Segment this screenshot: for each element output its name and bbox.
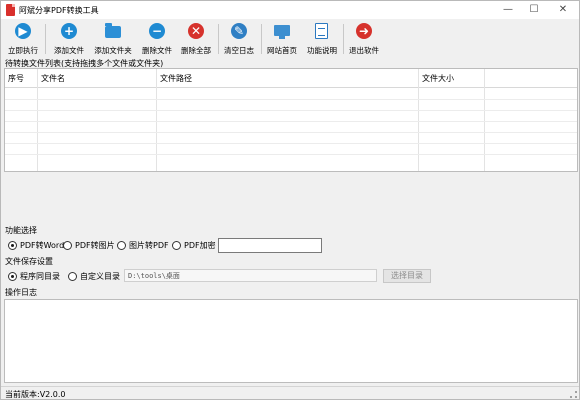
column-header-filesize[interactable]: 文件大小 xyxy=(422,73,454,84)
document-icon xyxy=(315,23,328,39)
table-row-line xyxy=(5,99,577,100)
radio-label: PDF加密 xyxy=(184,241,216,250)
table-row-line xyxy=(5,132,577,133)
pdf-app-icon xyxy=(6,4,15,16)
radio-dot xyxy=(117,241,126,250)
delete-file-button[interactable]: − 删除文件 xyxy=(138,23,176,57)
exit-button[interactable]: ➜ 退出软件 xyxy=(345,23,383,57)
status-bar: 当前版本:V2.0.0 xyxy=(1,386,579,400)
help-button[interactable]: 功能说明 xyxy=(303,23,341,57)
radio-custom-directory[interactable]: 自定义目录 xyxy=(68,271,120,282)
maximize-button[interactable]: ☐ xyxy=(521,1,547,19)
delete-all-button[interactable]: ✕ 删除全部 xyxy=(177,23,215,57)
table-header: 序号 文件名 文件路径 文件大小 xyxy=(5,69,577,88)
clear-log-button[interactable]: ✎ 清空日志 xyxy=(220,23,258,57)
radio-dot xyxy=(68,272,77,281)
table-row-line xyxy=(5,143,577,144)
exit-label: 退出软件 xyxy=(349,46,379,55)
clear-log-label: 清空日志 xyxy=(224,46,254,55)
run-button[interactable]: ▶ 立即执行 xyxy=(4,23,42,57)
radio-label: PDF转Word xyxy=(20,241,65,250)
add-file-button[interactable]: + 添加文件 xyxy=(50,23,88,57)
toolbar-separator xyxy=(218,24,219,54)
column-divider xyxy=(37,69,38,171)
column-divider xyxy=(418,69,419,171)
file-list-table[interactable]: 序号 文件名 文件路径 文件大小 xyxy=(4,68,578,172)
radio-label: 自定义目录 xyxy=(80,272,120,281)
radio-dot xyxy=(8,241,17,250)
radio-pdf-to-image[interactable]: PDF转图片 xyxy=(63,240,115,251)
website-button[interactable]: 网站首页 xyxy=(263,23,301,57)
radio-dot xyxy=(63,241,72,250)
radio-label: PDF转图片 xyxy=(75,241,115,250)
run-label: 立即执行 xyxy=(8,46,38,55)
folder-icon xyxy=(105,23,121,38)
function-section-title: 功能选择 xyxy=(5,226,37,235)
resize-grip-icon[interactable] xyxy=(570,391,577,398)
toolbar-separator xyxy=(261,24,262,54)
table-row-line xyxy=(5,154,577,155)
column-divider xyxy=(484,69,485,171)
radio-label: 程序同目录 xyxy=(20,272,60,281)
radio-dot xyxy=(172,241,181,250)
add-folder-button[interactable]: 添加文件夹 xyxy=(90,23,136,57)
save-path-input[interactable]: D:\tools\桌面 xyxy=(124,269,377,282)
plus-icon: + xyxy=(61,23,77,39)
column-header-index[interactable]: 序号 xyxy=(8,73,24,84)
table-row-line xyxy=(5,121,577,122)
column-header-filepath[interactable]: 文件路径 xyxy=(160,73,192,84)
exit-icon: ➜ xyxy=(356,23,372,39)
radio-pdf-encrypt[interactable]: PDF加密 xyxy=(172,240,216,251)
monitor-icon xyxy=(274,25,290,39)
close-button[interactable]: ✕ xyxy=(550,1,576,19)
password-input[interactable] xyxy=(218,238,322,253)
radio-dot xyxy=(8,272,17,281)
website-label: 网站首页 xyxy=(267,46,297,55)
app-window: 阿斌分享PDF转换工具 — ☐ ✕ ▶ 立即执行 + 添加文件 添加文件夹 − … xyxy=(0,0,580,400)
radio-pdf-to-word[interactable]: PDF转Word xyxy=(8,240,64,251)
column-divider xyxy=(156,69,157,171)
select-directory-button[interactable]: 选择目录 xyxy=(383,269,431,283)
radio-label: 图片转PDF xyxy=(129,241,169,250)
delete-file-label: 删除文件 xyxy=(142,46,172,55)
x-circle-icon: ✕ xyxy=(188,23,204,39)
add-file-label: 添加文件 xyxy=(54,46,84,55)
minus-icon: − xyxy=(149,23,165,39)
delete-all-label: 删除全部 xyxy=(181,46,211,55)
log-section-title: 操作日志 xyxy=(5,288,37,297)
version-label: 当前版本:V2.0.0 xyxy=(5,390,66,399)
toolbar-separator xyxy=(343,24,344,54)
minimize-button[interactable]: — xyxy=(495,1,521,19)
save-section-title: 文件保存设置 xyxy=(5,257,53,266)
radio-program-directory[interactable]: 程序同目录 xyxy=(8,271,60,282)
toolbar: ▶ 立即执行 + 添加文件 添加文件夹 − 删除文件 ✕ 删除全部 ✎ 清空日志… xyxy=(1,20,579,58)
radio-image-to-pdf[interactable]: 图片转PDF xyxy=(117,240,169,251)
broom-icon: ✎ xyxy=(231,23,247,39)
window-title: 阿斌分享PDF转换工具 xyxy=(19,6,99,15)
table-row-line xyxy=(5,110,577,111)
play-icon: ▶ xyxy=(15,23,31,39)
column-header-filename[interactable]: 文件名 xyxy=(41,73,65,84)
help-label: 功能说明 xyxy=(307,46,337,55)
add-folder-label: 添加文件夹 xyxy=(94,46,132,55)
title-bar: 阿斌分享PDF转换工具 — ☐ ✕ xyxy=(1,1,579,19)
toolbar-separator xyxy=(45,24,46,54)
operation-log-textarea[interactable] xyxy=(4,299,578,383)
